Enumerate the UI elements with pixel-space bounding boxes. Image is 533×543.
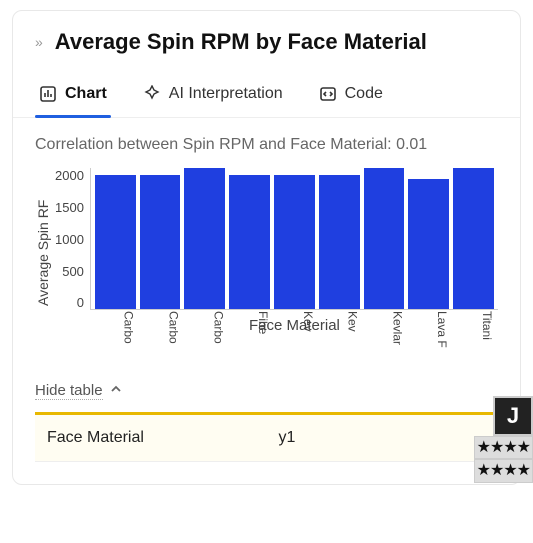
y-axis-ticks: 2000 1500 1000 500 0 [51, 168, 90, 338]
x-tick: Lava F [408, 311, 449, 348]
chevron-up-icon [109, 382, 123, 400]
plot-region: CarboCarboCarboFibeKevKevKevlarLava FTit… [90, 168, 498, 310]
data-table: Face Material y1 [35, 412, 498, 462]
bar [229, 175, 270, 309]
bar [95, 175, 136, 309]
code-icon [319, 85, 337, 103]
bar [274, 175, 315, 309]
x-tick: Kev [319, 311, 360, 348]
chart-body: Average Spin RF 2000 1500 1000 500 0 Car… [35, 168, 498, 338]
bar [364, 168, 405, 309]
y-tick: 1500 [55, 200, 84, 215]
tab-chart[interactable]: Chart [35, 73, 111, 117]
x-tick: Kevlar [364, 311, 405, 348]
y-tick: 500 [55, 264, 84, 279]
chart-card: » Average Spin RPM by Face Material Char… [12, 10, 521, 485]
table-header-cell: Face Material [35, 415, 267, 461]
y-axis-label: Average Spin RF [35, 168, 51, 338]
star-row[interactable]: ★★★★ [474, 436, 533, 460]
chart-area: Correlation between Spin RPM and Face Ma… [13, 118, 520, 346]
collapse-icon[interactable]: » [35, 34, 39, 50]
star-row[interactable]: ★★★★ [474, 459, 533, 483]
tab-ai-interpretation[interactable]: AI Interpretation [139, 73, 287, 117]
x-tick: Titani [453, 311, 494, 348]
tab-code[interactable]: Code [315, 73, 387, 117]
tab-chart-label: Chart [65, 85, 107, 103]
tab-ai-label: AI Interpretation [169, 85, 283, 103]
rating-badge[interactable]: J [493, 396, 533, 436]
tab-code-label: Code [345, 85, 383, 103]
bar [140, 175, 181, 309]
hide-table-toggle[interactable]: Hide table [13, 346, 520, 408]
bar [408, 179, 449, 309]
x-tick: Kev [274, 311, 315, 348]
rating-widget[interactable]: J ★★★★ ★★★★ [474, 396, 533, 483]
tab-bar: Chart AI Interpretation Code [13, 73, 520, 118]
y-tick: 1000 [55, 232, 84, 247]
card-header: » Average Spin RPM by Face Material [13, 11, 520, 73]
x-tick: Fibe [229, 311, 270, 348]
x-axis-ticks: CarboCarboCarboFibeKevKevKevlarLava FTit… [91, 309, 498, 348]
sparkle-icon [143, 85, 161, 103]
x-tick: Carbo [140, 311, 181, 348]
table-header-cell: y1 [267, 415, 499, 461]
bar [184, 168, 225, 309]
bar [319, 175, 360, 309]
card-title: Average Spin RPM by Face Material [55, 29, 427, 55]
hide-table-label: Hide table [35, 382, 103, 400]
y-tick: 0 [55, 295, 84, 310]
bar [453, 168, 494, 309]
bars-container [91, 168, 498, 309]
x-tick: Carbo [184, 311, 225, 348]
x-tick: Carbo [95, 311, 136, 348]
chart-subtitle: Correlation between Spin RPM and Face Ma… [35, 134, 498, 156]
table-header-row: Face Material y1 [35, 415, 498, 462]
bar-chart-icon [39, 85, 57, 103]
y-tick: 2000 [55, 168, 84, 183]
